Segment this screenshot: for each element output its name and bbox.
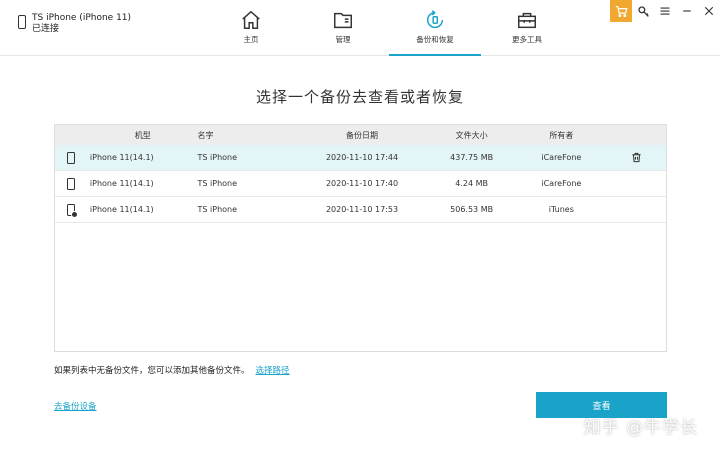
backup-device-link[interactable]: 去备份设备 <box>54 400 97 412</box>
row-date: 2020-11-10 17:44 <box>325 153 399 162</box>
row-model: iPhone 11(14.1) <box>89 179 154 188</box>
choose-path-link[interactable]: 选择路径 <box>256 366 290 376</box>
phone-icon <box>67 177 76 190</box>
tab-backup-restore-label: 备份和恢复 <box>416 35 454 44</box>
minimize-icon[interactable] <box>676 0 698 22</box>
window-controls <box>610 0 720 22</box>
table-row[interactable]: iPhone 11(14.1) TS iPhone 2020-11-10 17:… <box>55 197 666 223</box>
row-name: TS iPhone <box>197 205 238 214</box>
row-size: 4.24 MB <box>455 179 488 188</box>
menu-icon[interactable] <box>654 0 676 22</box>
device-info: TS iPhone (iPhone 11) 已连接 <box>18 13 131 35</box>
header-size: 文件大小 <box>455 130 488 140</box>
header-model: 机型 <box>134 130 151 140</box>
tab-home-label: 主页 <box>243 35 259 44</box>
table-row[interactable]: iPhone 11(14.1) TS iPhone 2020-11-10 17:… <box>55 171 666 197</box>
toolbox-icon <box>518 12 536 29</box>
folder-icon <box>334 12 352 29</box>
row-size: 506.53 MB <box>450 205 494 214</box>
tab-backup-restore[interactable]: 备份和恢复 <box>389 0 481 56</box>
key-icon[interactable] <box>632 0 654 22</box>
note-text: 如果列表中无备份文件，您可以添加其他备份文件。 <box>54 366 250 376</box>
table-row[interactable]: iPhone 11(14.1) TS iPhone 2020-11-10 17:… <box>55 145 666 171</box>
trash-icon[interactable] <box>631 152 642 163</box>
phone-icon <box>18 15 26 29</box>
backup-restore-icon <box>426 10 444 29</box>
header-date: 备份日期 <box>345 130 378 140</box>
cart-icon[interactable] <box>610 0 632 22</box>
phone-icon <box>67 151 76 164</box>
tab-manage[interactable]: 管理 <box>297 0 389 54</box>
page-title: 选择一个备份去查看或者恢复 <box>255 88 464 106</box>
row-model: iPhone 11(14.1) <box>89 205 154 214</box>
home-icon <box>242 10 260 29</box>
table-header: 机型 名字 备份日期 文件大小 所有者 <box>55 125 666 145</box>
header-name: 名字 <box>197 130 214 140</box>
row-name: TS iPhone <box>197 179 238 188</box>
main-nav: 主页 管理 备份和恢复 更多工具 <box>205 0 573 56</box>
row-name: TS iPhone <box>197 153 238 162</box>
row-owner: iCareFone <box>541 179 582 188</box>
backup-table: 机型 名字 备份日期 文件大小 所有者 iPhone 11(14.1) TS i… <box>54 124 667 352</box>
device-name: TS iPhone (iPhone 11) <box>32 13 132 23</box>
app-header: TS iPhone (iPhone 11) 已连接 主页 管理 备份和恢复 更多… <box>0 0 720 56</box>
row-owner: iTunes <box>548 205 574 214</box>
header-owner: 所有者 <box>549 130 574 140</box>
empty-list-note: 如果列表中无备份文件，您可以添加其他备份文件。 选择路径 <box>54 364 290 376</box>
row-owner: iCareFone <box>541 153 582 162</box>
tab-more-tools-label: 更多工具 <box>512 35 542 44</box>
close-icon[interactable] <box>698 0 720 22</box>
row-model: iPhone 11(14.1) <box>89 153 154 162</box>
row-date: 2020-11-10 17:53 <box>325 205 399 214</box>
tab-manage-label: 管理 <box>335 35 351 44</box>
watermark: 知乎 @牛学长 <box>583 418 698 438</box>
tab-more-tools[interactable]: 更多工具 <box>481 0 573 54</box>
locked-phone-icon <box>67 203 79 218</box>
row-size: 437.75 MB <box>450 153 494 162</box>
row-date: 2020-11-10 17:40 <box>325 179 399 188</box>
tab-home[interactable]: 主页 <box>205 0 297 54</box>
device-status: 已连接 <box>32 24 60 34</box>
